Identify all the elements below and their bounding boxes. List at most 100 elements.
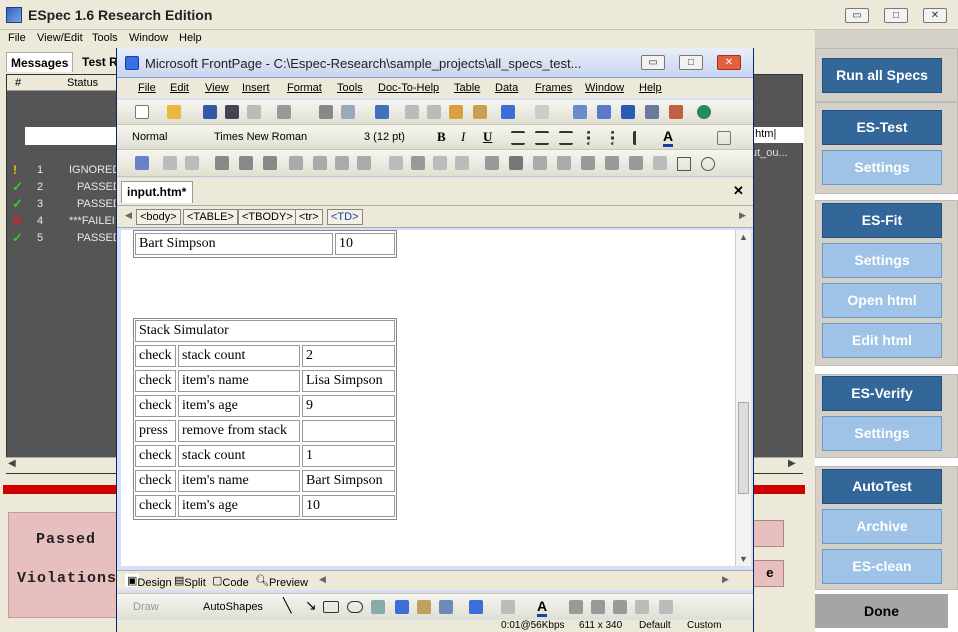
fp-menu-file[interactable]: File [138, 82, 156, 94]
hotspot-rect-icon[interactable] [581, 156, 595, 170]
fp-minimize-button[interactable]: ▭ [641, 55, 665, 70]
tag-scroll-right-icon[interactable]: ▶ [739, 210, 746, 221]
bring-forward-icon[interactable] [263, 156, 277, 170]
less-contrast-icon[interactable] [357, 156, 371, 170]
open-icon[interactable] [167, 105, 181, 119]
insert-image-icon[interactable] [135, 156, 149, 170]
fp-menu-insert[interactable]: Insert [242, 82, 270, 94]
scroll-thumb[interactable] [738, 402, 749, 494]
select-icon[interactable] [653, 156, 667, 170]
arrow-icon[interactable]: ↘ [305, 597, 317, 614]
fp-menu-tools[interactable]: Tools [337, 82, 363, 94]
table-cell[interactable] [302, 420, 395, 442]
dash-style-icon[interactable] [591, 600, 605, 614]
3d-icon[interactable] [659, 600, 673, 614]
table-cell[interactable]: 10 [335, 233, 395, 255]
rotate-icon[interactable] [289, 156, 303, 170]
table-cell[interactable]: 2 [302, 345, 395, 367]
line-style-draw-icon[interactable] [569, 600, 583, 614]
indent-icon[interactable] [633, 131, 647, 145]
hidden-button-1[interactable] [753, 520, 784, 547]
fp-menu-window[interactable]: Window [585, 82, 624, 94]
fp-menu-format[interactable]: Format [287, 82, 322, 94]
tab-split[interactable]: ▤ Split [174, 574, 206, 589]
hotspot-circle-icon[interactable] [605, 156, 619, 170]
table-cell[interactable]: item's name [178, 470, 300, 492]
tab-messages[interactable]: Messages [6, 52, 74, 72]
more-brightness-icon[interactable] [389, 156, 403, 170]
quick-tag-table[interactable]: <TABLE> [183, 209, 238, 225]
view-scroll-right-icon[interactable]: ▶ [722, 574, 729, 585]
new-page-icon[interactable] [135, 105, 149, 119]
folder-list-icon[interactable] [277, 105, 291, 119]
table-cell[interactable]: 1 [302, 445, 395, 467]
flip-icon[interactable] [313, 156, 327, 170]
cut-icon[interactable] [405, 105, 419, 119]
arrow-style-icon[interactable] [613, 600, 627, 614]
tab-code[interactable]: ▢ Code [212, 574, 249, 589]
table-title-cell[interactable]: Stack Simulator [135, 320, 395, 342]
fp-menu-edit[interactable]: Edit [170, 82, 189, 94]
font-color-icon[interactable]: A [663, 128, 674, 147]
table-cell[interactable]: 10 [302, 495, 395, 517]
spelling-icon[interactable] [375, 105, 389, 119]
publish-icon[interactable] [247, 105, 261, 119]
es-test-settings-button[interactable]: Settings [822, 150, 942, 185]
resample-icon[interactable] [185, 156, 199, 170]
quick-tag-td[interactable]: <TD> [327, 209, 363, 225]
size-select[interactable]: 3 (12 pt) [361, 130, 427, 146]
table-cell[interactable]: check [135, 495, 176, 517]
table-cell[interactable]: press [135, 420, 176, 442]
draw-menu[interactable]: Draw [133, 601, 159, 613]
less-brightness-icon[interactable] [411, 156, 425, 170]
quick-tag-tbody[interactable]: <TBODY> [238, 209, 297, 225]
search-icon[interactable] [225, 105, 239, 119]
hyperlink-icon[interactable] [697, 105, 711, 119]
document-tab[interactable]: input.htm* [121, 181, 193, 203]
set-transparent-icon[interactable] [485, 156, 499, 170]
minimize-button[interactable]: ▭ [845, 8, 869, 23]
table-cell[interactable]: item's age [178, 395, 300, 417]
table-cell[interactable]: check [135, 445, 176, 467]
es-verify-settings-button[interactable]: Settings [822, 416, 942, 451]
archive-button[interactable]: Archive [822, 509, 942, 544]
font-select[interactable]: Times New Roman [211, 130, 359, 146]
scroll-right-icon[interactable]: ▶ [788, 458, 796, 469]
menu-window[interactable]: Window [129, 32, 168, 44]
menu-help[interactable]: Help [179, 32, 202, 44]
table-cell[interactable]: check [135, 370, 176, 392]
table-cell[interactable]: item's name [178, 370, 300, 392]
scroll-up-icon[interactable]: ▲ [739, 232, 748, 242]
fp-close-button[interactable]: ✕ [717, 55, 741, 70]
run-all-specs-button[interactable]: Run all Specs [822, 58, 942, 93]
underline-button[interactable]: U [483, 129, 492, 145]
insert-picture-icon[interactable] [645, 105, 659, 119]
text-icon[interactable] [163, 156, 177, 170]
format-painter-icon[interactable] [473, 105, 487, 119]
close-button[interactable]: ✕ [923, 8, 947, 23]
italic-button[interactable]: I [461, 129, 465, 145]
rectangle-icon[interactable] [677, 157, 691, 171]
layers-icon[interactable] [215, 156, 229, 170]
restore-button[interactable]: □ [884, 8, 908, 23]
justify-icon[interactable] [559, 131, 573, 145]
table-cell[interactable]: check [135, 345, 176, 367]
insert-layer-icon[interactable] [621, 105, 635, 119]
web-component-icon[interactable] [573, 105, 587, 119]
position-icon[interactable] [239, 156, 253, 170]
table-cell[interactable]: stack count [178, 345, 300, 367]
menu-tools[interactable]: Tools [92, 32, 118, 44]
drawing-icon[interactable] [669, 105, 683, 119]
es-verify-button[interactable]: ES-Verify [822, 376, 942, 411]
borders-icon[interactable] [717, 131, 731, 145]
preview-icon[interactable] [341, 105, 355, 119]
fp-menu-view[interactable]: View [205, 82, 229, 94]
quick-tag-body[interactable]: <body> [136, 209, 181, 225]
fp-restore-button[interactable]: □ [679, 55, 703, 70]
close-document-icon[interactable]: ✕ [733, 183, 744, 199]
numbered-list-icon[interactable] [587, 131, 601, 145]
es-clean-button[interactable]: ES-clean [822, 549, 942, 584]
autoshapes-menu[interactable]: AutoShapes [203, 601, 263, 613]
table-cell[interactable]: Bart Simpson [302, 470, 395, 492]
hidden-button-2[interactable]: e [753, 560, 784, 587]
